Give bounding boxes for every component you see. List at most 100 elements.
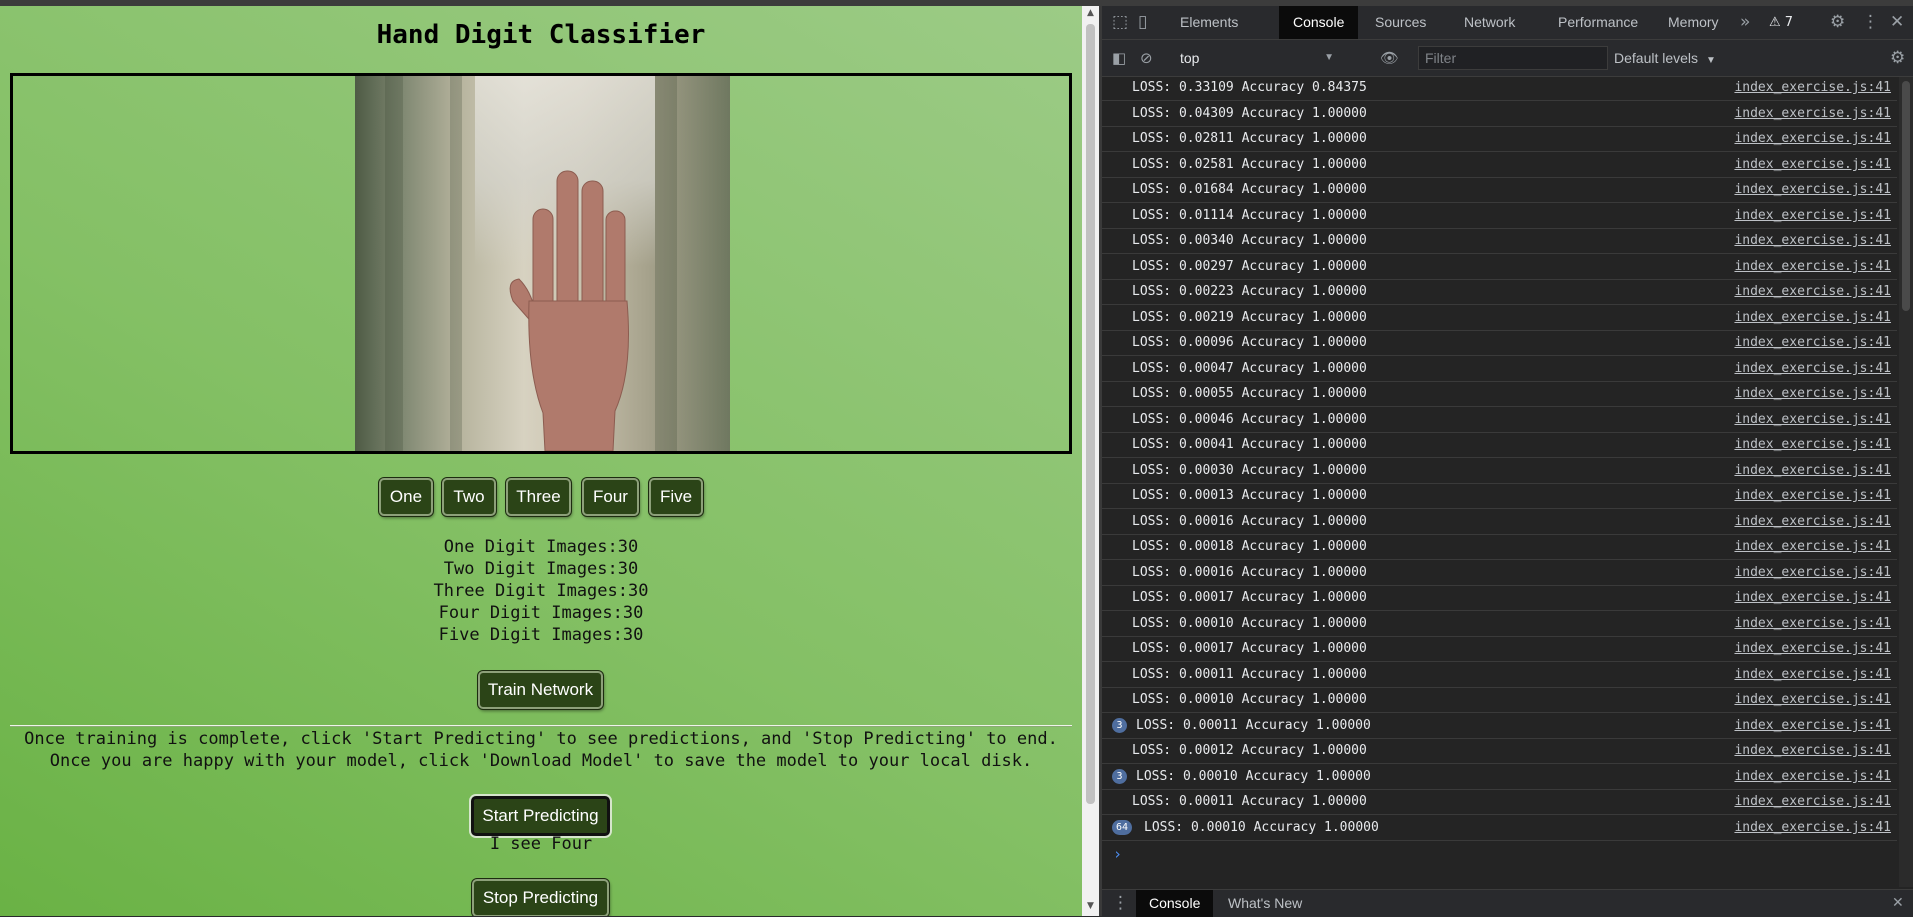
five-count: Five Digit Images:30 [438,625,644,645]
console-log-row: LOSS: 0.01684 Accuracy 1.00000 index_exer… [1102,177,1897,203]
log-source-link[interactable]: index_exercise.js:41 [1734,432,1891,457]
log-source-link[interactable]: index_exercise.js:41 [1734,254,1891,279]
drawer-tab-whats-new[interactable]: What's New [1215,890,1315,917]
log-source-link[interactable]: index_exercise.js:41 [1734,611,1891,636]
log-source-link[interactable]: index_exercise.js:41 [1734,279,1891,304]
start-predicting-button[interactable]: Start Predicting [471,796,610,836]
log-source-link[interactable]: index_exercise.js:41 [1734,228,1891,253]
page-title: Hand Digit Classifier [376,20,706,50]
console-scroll-thumb[interactable] [1902,81,1910,311]
log-source-link[interactable]: index_exercise.js:41 [1734,458,1891,483]
page-scroll-thumb[interactable] [1086,24,1095,804]
settings-gear-icon[interactable]: ⚙ [1830,6,1845,39]
console-log-message: LOSS: 0.00011 Accuracy 1.00000 [1132,794,1367,809]
tab-console[interactable]: Console [1279,6,1359,39]
console-log-row: LOSS: 0.00055 Accuracy 1.00000 index_exer… [1102,381,1897,407]
train-network-button[interactable]: Train Network [478,671,603,709]
prediction-text: I see Four [489,834,593,854]
context-value: top [1180,50,1200,66]
log-source-link[interactable]: index_exercise.js:41 [1734,815,1891,840]
console-log-row: 3 LOSS: 0.00010 Accuracy 1.00000 index_exe… [1102,764,1897,790]
repeat-count-badge: 3 [1112,718,1127,733]
log-source-link[interactable]: index_exercise.js:41 [1734,509,1891,534]
console-prompt-icon[interactable]: › [1113,845,1122,863]
console-log-row: LOSS: 0.00223 Accuracy 1.00000 index_exer… [1102,279,1897,305]
log-levels-label: Default levels [1614,50,1699,66]
log-levels-dropdown[interactable]: Default levels ▼ [1614,46,1716,73]
log-source-link[interactable]: index_exercise.js:41 [1734,687,1891,712]
sidebar-toggle-icon[interactable]: ◧ [1112,40,1126,76]
log-source-link[interactable]: index_exercise.js:41 [1734,381,1891,406]
warnings-counter[interactable]: ⚠ 7 [1769,6,1793,39]
log-source-link[interactable]: index_exercise.js:41 [1734,764,1891,789]
log-source-link[interactable]: index_exercise.js:41 [1734,713,1891,738]
tab-sources[interactable]: Sources [1361,6,1440,39]
more-tabs-icon[interactable]: » [1740,6,1750,39]
log-source-link[interactable]: index_exercise.js:41 [1734,636,1891,661]
log-source-link[interactable]: index_exercise.js:41 [1734,585,1891,610]
log-source-link[interactable]: index_exercise.js:41 [1734,789,1891,814]
drawer-menu-icon[interactable]: ⋮ [1112,890,1129,917]
console-log-message: LOSS: 0.00010 Accuracy 1.00000 [1132,616,1367,631]
five-button[interactable]: Five [649,478,703,516]
console-log-message: LOSS: 0.00016 Accuracy 1.00000 [1132,565,1367,580]
log-source-link[interactable]: index_exercise.js:41 [1734,203,1891,228]
two-button[interactable]: Two [442,478,496,516]
console-log-row: 64 LOSS: 0.00010 Accuracy 1.00000 index_ex… [1102,815,1897,841]
tab-performance[interactable]: Performance [1544,6,1652,39]
customize-menu-icon[interactable]: ⋮ [1862,6,1879,39]
log-source-link[interactable]: index_exercise.js:41 [1734,662,1891,687]
log-source-link[interactable]: index_exercise.js:41 [1734,483,1891,508]
clear-console-icon[interactable]: ⊘ [1140,40,1153,76]
inspect-element-icon[interactable]: ⬚ [1112,6,1128,39]
device-toolbar-icon[interactable]: ▯ [1138,6,1147,39]
console-log-message: LOSS: 0.00096 Accuracy 1.00000 [1132,335,1367,350]
log-source-link[interactable]: index_exercise.js:41 [1734,77,1891,100]
two-count: Two Digit Images:30 [443,559,639,579]
devtools-panel: ⬚ ▯ Elements Console Sources Network Per… [1102,6,1913,917]
console-settings-gear-icon[interactable]: ⚙ [1890,40,1905,76]
live-expression-eye-icon[interactable]: 👁 [1380,40,1399,76]
page-scrollbar[interactable]: ▲ ▼ [1082,6,1099,916]
log-source-link[interactable]: index_exercise.js:41 [1734,126,1891,151]
divider [10,725,1072,726]
scroll-down-arrow-icon[interactable]: ▼ [1082,901,1099,911]
log-source-link[interactable]: index_exercise.js:41 [1734,177,1891,202]
three-button[interactable]: Three [506,478,571,516]
curtain-fold [450,76,462,451]
filter-input[interactable]: Filter [1418,46,1608,70]
tab-network[interactable]: Network [1450,6,1529,39]
one-button[interactable]: One [379,478,433,516]
three-count: Three Digit Images:30 [433,581,649,601]
close-devtools-icon[interactable]: ✕ [1890,6,1904,39]
log-source-link[interactable]: index_exercise.js:41 [1734,152,1891,177]
log-source-link[interactable]: index_exercise.js:41 [1734,330,1891,355]
instructions-line-2: Once you are happy with your model, clic… [49,751,1033,771]
log-source-link[interactable]: index_exercise.js:41 [1734,407,1891,432]
log-source-link[interactable]: index_exercise.js:41 [1734,101,1891,126]
console-toolbar: ◧ ⊘ top ▼ 👁 Filter Default levels ▼ ⚙ [1102,40,1913,77]
four-button[interactable]: Four [582,478,639,516]
console-log-row: LOSS: 0.00041 Accuracy 1.00000 index_exer… [1102,432,1897,458]
console-log-message: LOSS: 0.00219 Accuracy 1.00000 [1132,310,1367,325]
log-source-link[interactable]: index_exercise.js:41 [1734,534,1891,559]
tab-elements[interactable]: Elements [1166,6,1252,39]
context-selector[interactable]: top ▼ [1180,46,1340,70]
log-source-link[interactable]: index_exercise.js:41 [1734,738,1891,763]
close-drawer-icon[interactable]: ✕ [1892,890,1904,917]
console-log-message: LOSS: 0.00055 Accuracy 1.00000 [1132,386,1367,401]
log-source-link[interactable]: index_exercise.js:41 [1734,560,1891,585]
tab-memory[interactable]: Memory [1654,6,1733,39]
console-log-area: LOSS: 0.33109 Accuracy 0.84375 index_exer… [1102,77,1913,887]
hand-image [509,170,629,451]
console-log-message: LOSS: 0.00017 Accuracy 1.00000 [1132,590,1367,605]
log-source-link[interactable]: index_exercise.js:41 [1734,356,1891,381]
console-log-row: LOSS: 0.01114 Accuracy 1.00000 index_exer… [1102,203,1897,229]
console-log-message: LOSS: 0.00030 Accuracy 1.00000 [1132,463,1367,478]
scroll-up-arrow-icon[interactable]: ▲ [1082,8,1099,18]
log-source-link[interactable]: index_exercise.js:41 [1734,305,1891,330]
stop-predicting-button[interactable]: Stop Predicting [472,879,609,916]
console-scrollbar[interactable] [1899,77,1913,887]
four-count: Four Digit Images:30 [438,603,644,623]
drawer-tab-console[interactable]: Console [1136,890,1214,917]
